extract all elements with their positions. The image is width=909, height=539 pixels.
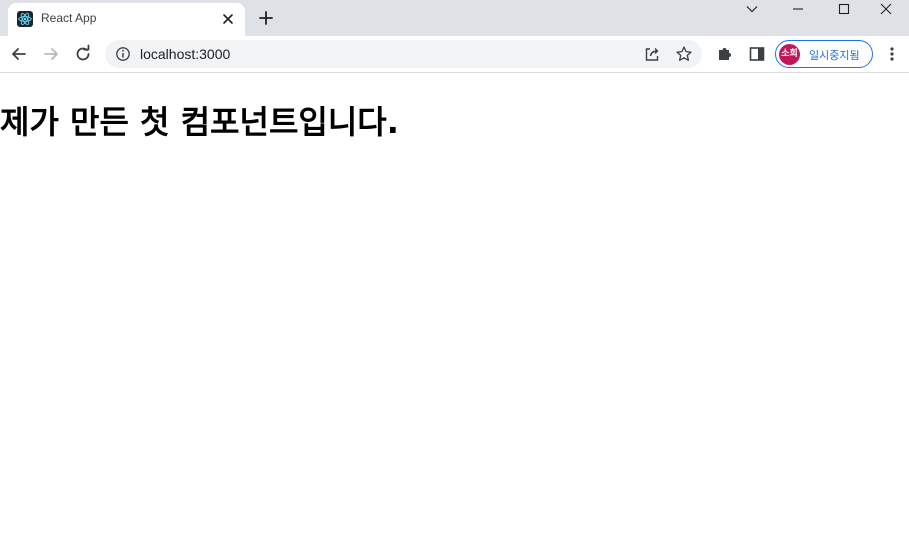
close-icon (880, 3, 892, 15)
close-icon[interactable] (220, 11, 236, 27)
reload-button[interactable] (73, 44, 93, 64)
address-bar[interactable]: localhost:3000 (105, 40, 702, 68)
close-window-button[interactable] (863, 0, 909, 30)
info-icon[interactable] (115, 46, 131, 62)
page-content: 제가 만든 첫 컴포넌트입니다. (0, 73, 909, 539)
kebab-menu-icon (890, 47, 894, 61)
browser-chrome: React App localhost:3000 소희 일시중지됨 (0, 0, 909, 73)
menu-button[interactable] (882, 44, 902, 64)
tab-title: React App (41, 11, 97, 25)
page-heading: 제가 만든 첫 컴포넌트입니다. (0, 103, 399, 141)
tab-strip: React App (0, 0, 909, 36)
profile-button[interactable]: 소희 일시중지됨 (775, 40, 873, 68)
new-tab-button[interactable] (258, 10, 274, 26)
tab-react-app[interactable]: React App (8, 3, 245, 36)
side-panel-icon (749, 47, 765, 61)
plus-icon (259, 11, 273, 25)
react-logo-icon (17, 11, 33, 27)
arrow-right-icon (44, 48, 58, 60)
minimize-button[interactable] (775, 0, 821, 30)
url-text[interactable]: localhost:3000 (140, 46, 230, 62)
side-panel-button[interactable] (747, 44, 767, 64)
forward-button[interactable] (41, 44, 61, 64)
avatar: 소희 (779, 44, 800, 65)
extensions-button[interactable] (715, 44, 735, 64)
maximize-button[interactable] (821, 0, 867, 30)
back-button[interactable] (9, 44, 29, 64)
chevron-down-icon (746, 6, 758, 13)
tab-search-button[interactable] (729, 0, 775, 30)
share-icon[interactable] (643, 45, 661, 63)
profile-status-label: 일시중지됨 (809, 49, 860, 62)
reload-icon (76, 44, 90, 61)
arrow-left-icon (12, 48, 26, 60)
maximize-icon (838, 3, 850, 15)
star-icon[interactable] (675, 45, 693, 63)
minimize-icon (793, 8, 803, 10)
puzzle-icon (719, 48, 731, 60)
